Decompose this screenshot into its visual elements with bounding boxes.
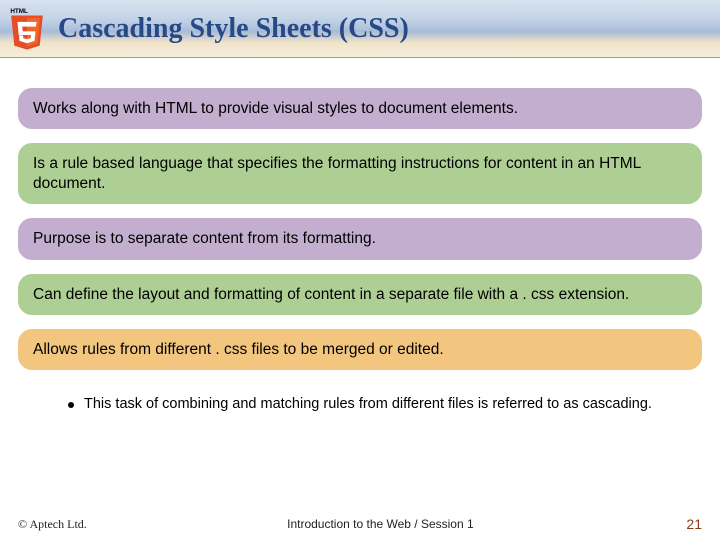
info-card: Purpose is to separate content from its … — [18, 218, 702, 259]
card-text: Allows rules from different . css files … — [33, 341, 444, 358]
page-number: 21 — [674, 516, 702, 532]
bullet-text: This task of combining and matching rule… — [84, 396, 652, 412]
info-card: Allows rules from different . css files … — [18, 329, 702, 370]
card-text: Works along with HTML to provide visual … — [33, 100, 518, 117]
svg-text:HTML: HTML — [10, 8, 28, 15]
bullet-icon — [68, 402, 74, 408]
bullet-item: This task of combining and matching rule… — [18, 384, 702, 412]
slide-header: HTML Cascading Style Sheets (CSS) — [0, 0, 720, 58]
session-text: Introduction to the Web / Session 1 — [287, 517, 474, 531]
info-card: Works along with HTML to provide visual … — [18, 88, 702, 129]
slide-title: Cascading Style Sheets (CSS) — [58, 13, 409, 45]
card-text: Can define the layout and formatting of … — [33, 286, 629, 303]
info-card: Can define the layout and formatting of … — [18, 274, 702, 315]
card-text: Purpose is to separate content from its … — [33, 230, 376, 247]
copyright-text: © Aptech Ltd. — [18, 517, 87, 532]
info-card: Is a rule based language that specifies … — [18, 143, 702, 204]
slide-footer: © Aptech Ltd. Introduction to the Web / … — [0, 516, 720, 532]
slide-content: Works along with HTML to provide visual … — [0, 58, 720, 412]
card-text: Is a rule based language that specifies … — [33, 155, 641, 191]
html5-logo-icon: HTML — [6, 6, 48, 52]
